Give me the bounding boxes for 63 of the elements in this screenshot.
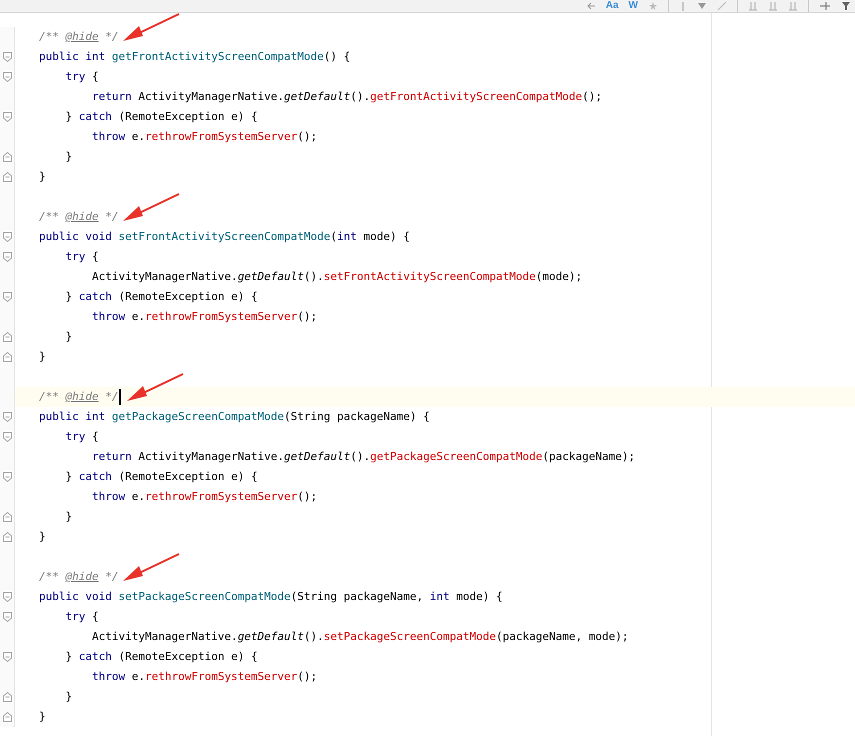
code-line: /** @hide */ <box>39 209 118 225</box>
code-line: /** @hide */ <box>39 389 118 405</box>
code-line: public void setFrontActivityScreenCompatMode(int mode) { <box>39 229 410 245</box>
code-line: ActivityManagerNative.getDefault().setFrontActivityScreenCompatMode(mode); <box>90 269 582 285</box>
code-line: } <box>39 709 46 725</box>
code-line: throw e.rethrowFromSystemServer(); <box>90 129 318 145</box>
annotation-arrow <box>121 553 181 583</box>
code-line: } <box>39 349 46 365</box>
down-arrow-icon[interactable] <box>697 1 707 11</box>
fold-icon[interactable] <box>2 712 12 722</box>
annotation-arrow <box>125 373 185 403</box>
fold-icon[interactable] <box>2 692 12 702</box>
code-line: try { <box>64 249 99 265</box>
code-line: public int getPackageScreenCompatMode(String packageName) { <box>39 409 430 425</box>
fold-icon[interactable] <box>2 412 12 422</box>
fold-icon[interactable] <box>2 512 12 522</box>
fold-icon[interactable] <box>2 152 12 162</box>
code-line: } <box>64 689 72 705</box>
fold-icon[interactable] <box>2 252 12 262</box>
text-cursor <box>118 389 120 405</box>
arrow-icon[interactable] <box>586 1 596 11</box>
code-line: throw e.rethrowFromSystemServer(); <box>90 669 318 685</box>
star-icon[interactable] <box>648 1 658 11</box>
code-line: } <box>64 149 72 165</box>
toolbar-toggle[interactable]: W <box>628 0 638 12</box>
code-line: try { <box>64 609 99 625</box>
fold-icon[interactable] <box>2 232 12 242</box>
annotation-arrow <box>121 193 181 223</box>
code-line: return ActivityManagerNative.getDefault().getFrontActivityScreenCompatMode(); <box>90 89 602 105</box>
fold-icon[interactable] <box>2 332 12 342</box>
annotation-arrow <box>121 13 181 43</box>
code-line: public int getFrontActivityScreenCompatMode() { <box>39 49 350 65</box>
code-line: /** @hide */ <box>39 29 118 45</box>
code-line: return ActivityManagerNative.getDefault().getPackageScreenCompatMode(packageName); <box>90 449 636 465</box>
fold-icon[interactable] <box>2 432 12 442</box>
code-line: try { <box>64 69 99 85</box>
code-line: throw e.rethrowFromSystemServer(); <box>90 489 318 505</box>
fold-icon[interactable] <box>2 172 12 182</box>
code-line: } <box>39 529 46 545</box>
toolbar-toggle[interactable]: Aa <box>606 0 619 12</box>
fold-icon[interactable] <box>2 112 12 122</box>
code-line: public void setPackageScreenCompatMode(String packageName, int mode) { <box>39 589 503 605</box>
fold-icon[interactable] <box>2 592 12 602</box>
fold-icon[interactable] <box>2 72 12 82</box>
code-line: try { <box>64 429 99 445</box>
code-line: } catch (RemoteException e) { <box>64 649 258 665</box>
fold-icon[interactable] <box>2 612 12 622</box>
code-line: throw e.rethrowFromSystemServer(); <box>90 309 318 325</box>
fold-icon[interactable] <box>2 52 12 62</box>
code-line: } <box>39 169 46 185</box>
fold-icon[interactable] <box>2 472 12 482</box>
code-line: } catch (RemoteException e) { <box>64 289 258 305</box>
code-line: } catch (RemoteException e) { <box>64 109 258 125</box>
code-line: /** @hide */ <box>39 569 118 585</box>
fold-icon[interactable] <box>2 532 12 542</box>
fold-icon[interactable] <box>2 652 12 662</box>
code-line: } catch (RemoteException e) { <box>64 469 258 485</box>
code-line: } <box>64 509 72 525</box>
fold-icon[interactable] <box>2 352 12 362</box>
code-line: ActivityManagerNative.getDefault().setPackageScreenCompatMode(packageName, mode); <box>90 629 628 645</box>
code-line: } <box>64 329 72 345</box>
fold-icon[interactable] <box>2 292 12 302</box>
funnel-icon[interactable] <box>841 1 851 11</box>
